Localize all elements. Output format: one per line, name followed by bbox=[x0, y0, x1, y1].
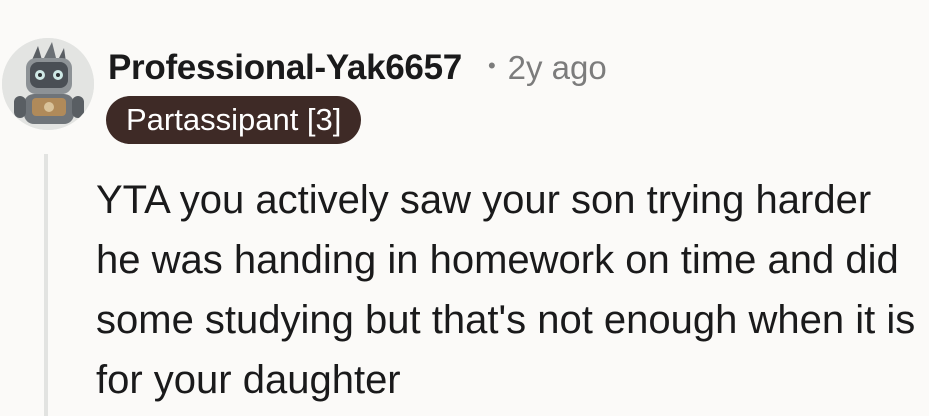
comment-timestamp[interactable]: 2y ago bbox=[508, 49, 607, 87]
meta-separator: • bbox=[487, 53, 496, 78]
thread-line[interactable] bbox=[44, 154, 48, 416]
author-username[interactable]: Professional-Yak6657 bbox=[108, 48, 462, 88]
user-flair-badge: Partassipant [3] bbox=[106, 96, 362, 144]
comment-header: Professional-Yak6657 • 2y ago bbox=[108, 44, 607, 92]
robot-snoo-avatar-icon[interactable] bbox=[2, 38, 94, 130]
comment-body: YTA you actively saw your son trying har… bbox=[96, 178, 916, 402]
comment: Professional-Yak6657 • 2y ago Partassipa… bbox=[0, 0, 929, 416]
